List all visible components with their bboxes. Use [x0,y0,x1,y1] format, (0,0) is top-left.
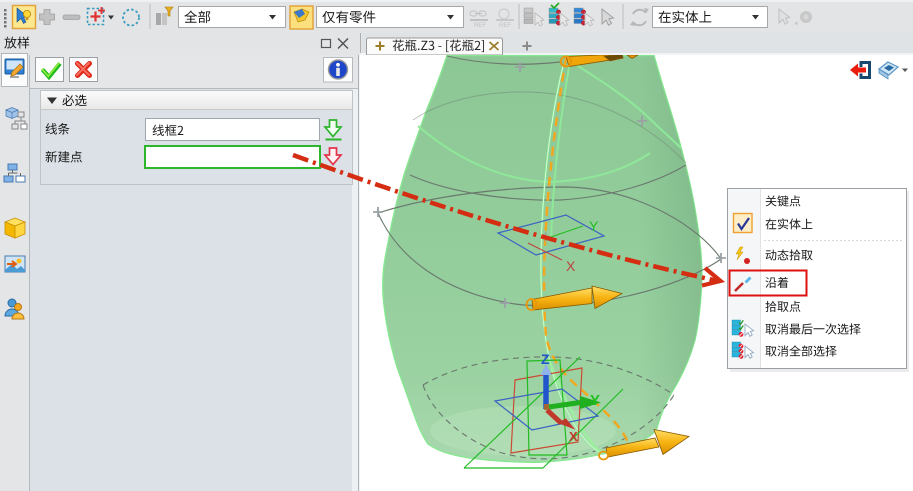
svg-text:X: X [566,258,576,274]
svg-text:X: X [569,429,578,444]
svg-text:REF: REF [474,23,486,29]
svg-text:REF: REF [499,23,511,29]
svg-text:Z: Z [541,351,550,367]
svg-text:Y: Y [590,392,600,409]
svg-text:Y: Y [589,218,599,234]
